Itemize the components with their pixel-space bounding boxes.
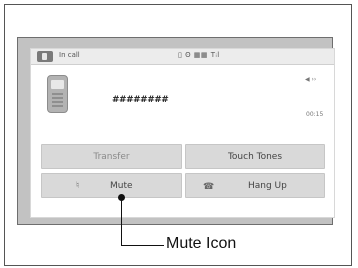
status-bar: In call ▯ ʘ ▦▦ Tᵢl xyxy=(31,49,334,65)
hang-up-button[interactable]: ☎ Hang Up xyxy=(185,173,325,198)
caller-number: ######## xyxy=(112,95,169,105)
touch-tones-label: Touch Tones xyxy=(227,152,283,162)
phone-screen: In call ▯ ʘ ▦▦ Tᵢl ######## ◀ ›› 00:15 T… xyxy=(30,48,335,218)
call-timer: 00:15 xyxy=(306,111,324,118)
transfer-label: Transfer xyxy=(93,152,130,162)
touch-tones-button[interactable]: Touch Tones xyxy=(185,144,325,169)
callout-leader-vertical xyxy=(121,198,122,246)
volume-indicator: ◀ ›› xyxy=(305,76,317,83)
mute-button[interactable]: ♮ Mute xyxy=(41,173,182,198)
transfer-button[interactable]: Transfer xyxy=(41,144,182,169)
callout-leader-horizontal xyxy=(121,245,164,246)
hang-up-icon: ☎ xyxy=(203,182,215,192)
mute-icon: ♮ xyxy=(76,181,80,191)
mute-label: Mute xyxy=(110,181,133,191)
call-status-label: In call xyxy=(59,51,80,59)
phone-icon xyxy=(37,51,53,62)
status-indicators: ▯ ʘ ▦▦ Tᵢl xyxy=(178,51,220,59)
callout-label: Mute Icon xyxy=(166,235,237,252)
handset-icon xyxy=(47,75,68,113)
hang-up-label: Hang Up xyxy=(248,181,287,191)
